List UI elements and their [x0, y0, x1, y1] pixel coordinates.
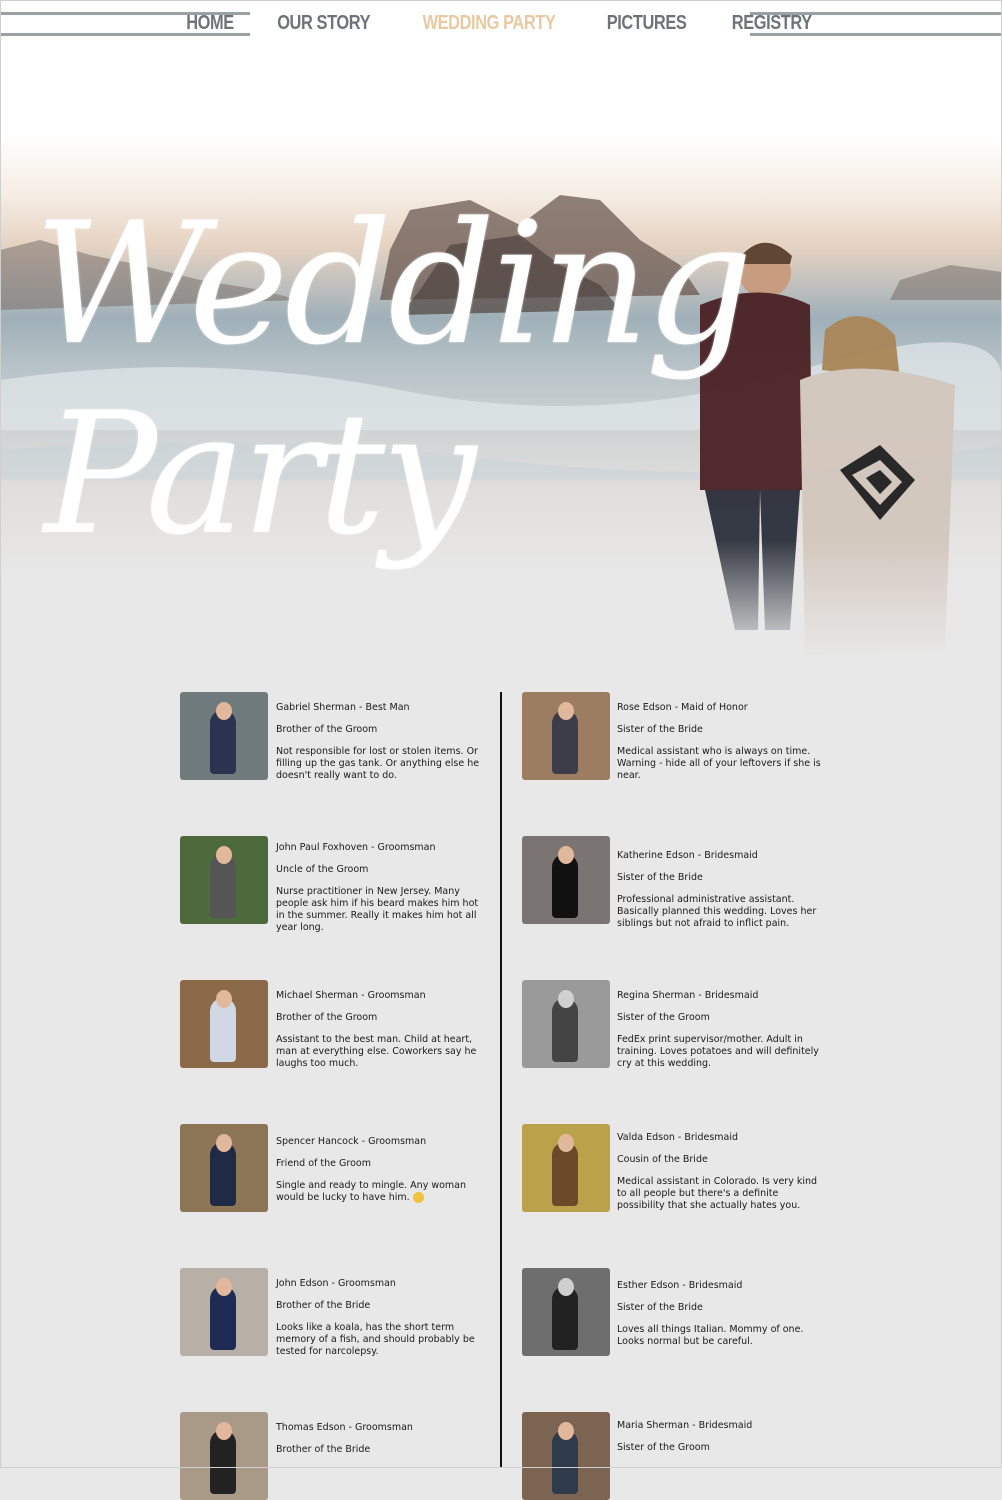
- hero-title-line-1: Wedding: [34, 186, 753, 382]
- member-relation: Sister of the Groom: [617, 1012, 710, 1023]
- member-photo: [522, 692, 610, 780]
- hero-title-line-2: Party: [44, 376, 476, 572]
- member-bio: Professional administrative assistant. B…: [617, 894, 817, 929]
- member-name-role: John Edson - Groomsman: [276, 1278, 396, 1289]
- member-photo: [522, 1412, 610, 1500]
- member-name-role: Spencer Hancock - Groomsman: [276, 1136, 427, 1147]
- member-photo: [180, 692, 268, 780]
- member-info: Rose Edson - Maid of Honor Sister of the…: [617, 702, 827, 782]
- wink-emoji-icon: [412, 1192, 424, 1203]
- member-relation: Sister of the Groom: [617, 1442, 710, 1453]
- member-bio: Nurse practitioner in New Jersey. Many p…: [276, 886, 479, 933]
- member-info: John Edson - Groomsman Brother of the Br…: [276, 1278, 486, 1358]
- member-relation: Friend of the Groom: [276, 1158, 371, 1169]
- member-relation: Sister of the Bride: [617, 1302, 703, 1313]
- member-bio: Looks like a koala, has the short term m…: [276, 1322, 475, 1357]
- member-relation: Brother of the Groom: [276, 724, 378, 735]
- member-info: Regina Sherman - Bridesmaid Sister of th…: [617, 990, 827, 1070]
- member-name-role: Valda Edson - Bridesmaid: [617, 1132, 739, 1143]
- member-relation: Uncle of the Groom: [276, 864, 369, 875]
- member-bio: Single and ready to mingle. Any woman wo…: [276, 1180, 467, 1203]
- member-name-role: Maria Sherman - Bridesmaid: [617, 1420, 753, 1431]
- member-relation: Brother of the Groom: [276, 1012, 378, 1023]
- member-name-role: Thomas Edson - Groomsman: [276, 1422, 413, 1433]
- member-relation: Brother of the Bride: [276, 1300, 371, 1311]
- member-info: Gabriel Sherman - Best Man Brother of th…: [276, 702, 486, 782]
- nav-our-story-link[interactable]: OUR STORY: [277, 12, 370, 35]
- member-photo: [180, 836, 268, 924]
- member-name-role: Katherine Edson - Bridesmaid: [617, 850, 758, 861]
- party-column-divider: [500, 692, 502, 1468]
- nav-registry-link[interactable]: REGISTRY: [732, 12, 812, 35]
- member-info: Michael Sherman - Groomsman Brother of t…: [276, 990, 486, 1070]
- member-info: Spencer Hancock - Groomsman Friend of th…: [276, 1136, 486, 1204]
- member-photo: [522, 836, 610, 924]
- member-photo: [180, 1412, 268, 1500]
- member-relation: Sister of the Bride: [617, 724, 703, 735]
- top-navigation: HOME OUR STORY WEDDING PARTY PICTURES RE…: [0, 0, 1002, 50]
- member-name-role: Michael Sherman - Groomsman: [276, 990, 426, 1001]
- member-bio: Loves all things Italian. Mommy of one. …: [617, 1324, 804, 1347]
- member-name-role: Gabriel Sherman - Best Man: [276, 702, 410, 713]
- member-name-role: Esther Edson - Bridesmaid: [617, 1280, 743, 1291]
- member-info: John Paul Foxhoven - Groomsman Uncle of …: [276, 842, 486, 934]
- member-photo: [180, 1124, 268, 1212]
- member-bio: FedEx print supervisor/mother. Adult in …: [617, 1034, 819, 1069]
- nav-home-link[interactable]: HOME: [186, 12, 234, 35]
- nav-wedding-party-link[interactable]: WEDDING PARTY: [423, 12, 556, 35]
- member-name-role: John Paul Foxhoven - Groomsman: [276, 842, 436, 853]
- nav-pictures-link[interactable]: PICTURES: [607, 12, 687, 35]
- member-relation: Sister of the Bride: [617, 872, 703, 883]
- member-photo: [522, 980, 610, 1068]
- member-photo: [180, 1268, 268, 1356]
- member-photo: [522, 1124, 610, 1212]
- member-relation: Cousin of the Bride: [617, 1154, 708, 1165]
- member-info: Katherine Edson - Bridesmaid Sister of t…: [617, 850, 827, 930]
- member-info: Valda Edson - Bridesmaid Cousin of the B…: [617, 1132, 827, 1212]
- member-bio: Medical assistant in Colorado. Is very k…: [617, 1176, 818, 1211]
- member-bio: Not responsible for lost or stolen items…: [276, 746, 480, 781]
- hero-banner: Wedding Party: [0, 50, 1002, 660]
- member-name-role: Rose Edson - Maid of Honor: [617, 702, 748, 713]
- member-info: Esther Edson - Bridesmaid Sister of the …: [617, 1280, 827, 1348]
- nav-items: HOME OUR STORY WEDDING PARTY PICTURES RE…: [0, 12, 1002, 35]
- member-bio: Assistant to the best man. Child at hear…: [276, 1034, 477, 1069]
- member-photo: [180, 980, 268, 1068]
- member-name-role: Regina Sherman - Bridesmaid: [617, 990, 759, 1001]
- member-info: Thomas Edson - Groomsman Brother of the …: [276, 1422, 486, 1466]
- member-relation: Brother of the Bride: [276, 1444, 371, 1455]
- member-bio: Medical assistant who is always on time.…: [617, 746, 821, 781]
- member-photo: [522, 1268, 610, 1356]
- member-info: Maria Sherman - Bridesmaid Sister of the…: [617, 1420, 827, 1464]
